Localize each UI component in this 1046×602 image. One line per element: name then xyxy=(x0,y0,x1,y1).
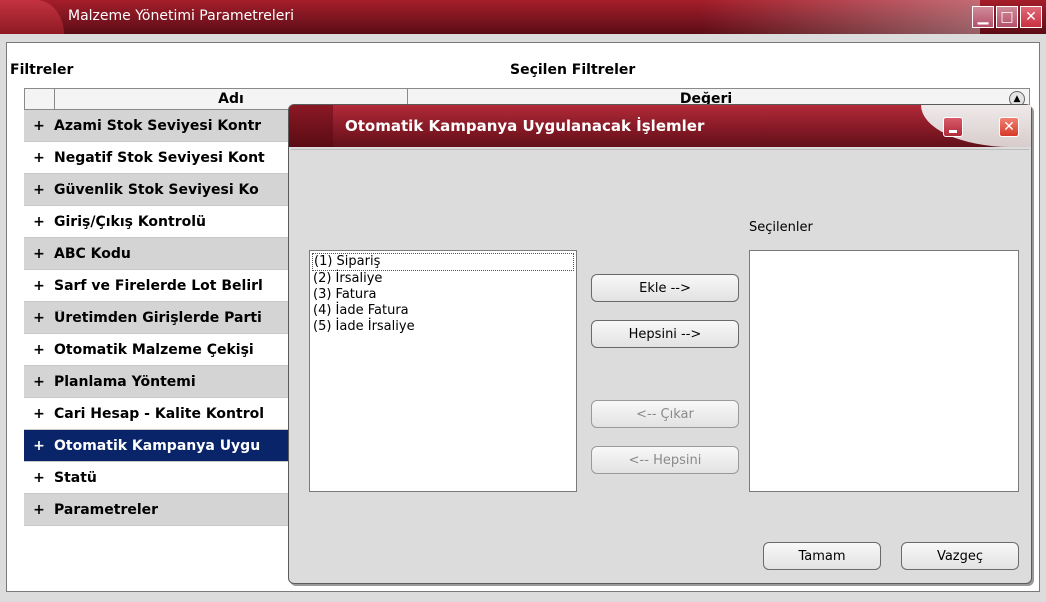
filters-heading: Filtreler xyxy=(10,62,74,78)
expand-icon[interactable]: + xyxy=(24,278,54,294)
minimize-button[interactable]: ▁ xyxy=(972,6,994,28)
row-label: Otomatik Malzeme Çekişi xyxy=(54,341,254,358)
window-titlebar[interactable]: Malzeme Yönetimi Parametreleri ▁ □ ✕ xyxy=(0,0,1046,34)
close-button[interactable]: ✕ xyxy=(1020,6,1042,28)
cancel-button[interactable]: Vazgeç xyxy=(901,542,1019,570)
expand-icon[interactable]: + xyxy=(24,118,54,134)
dialog-close-button[interactable]: ✕ xyxy=(999,117,1019,137)
dialog-title: Otomatik Kampanya Uygulanacak İşlemler xyxy=(345,117,705,135)
row-label: Otomatik Kampanya Uygu xyxy=(54,437,261,454)
expand-icon[interactable]: + xyxy=(24,438,54,454)
expand-icon[interactable]: + xyxy=(24,150,54,166)
dialog-body: (1) Sipariş (2) İrsaliye (3) Fatura (4) İad… xyxy=(291,149,1029,581)
list-item[interactable]: (5) İade İrsaliye xyxy=(310,319,576,335)
expand-icon[interactable]: + xyxy=(24,406,54,422)
row-label: Sarf ve Firelerde Lot Belirl xyxy=(54,277,263,294)
row-label: Üretimden Girişlerde Parti xyxy=(54,309,262,326)
expand-icon[interactable]: + xyxy=(24,470,54,486)
dialog-titlebar[interactable]: Otomatik Kampanya Uygulanacak İşlemler ✕ xyxy=(289,105,1031,147)
selected-items-label: Seçilenler xyxy=(749,220,813,235)
row-label: Azami Stok Seviyesi Kontr xyxy=(54,117,262,134)
row-label: Giriş/Çıkış Kontrolü xyxy=(54,213,206,230)
list-item[interactable]: (3) Fatura xyxy=(310,287,576,303)
maximize-button[interactable]: □ xyxy=(996,6,1018,28)
expand-icon[interactable]: + xyxy=(24,246,54,262)
row-label: Planlama Yöntemi xyxy=(54,373,196,390)
expand-icon[interactable]: + xyxy=(24,182,54,198)
row-label: Statü xyxy=(54,469,97,486)
row-label: Cari Hesap - Kalite Kontrol xyxy=(54,405,265,422)
add-all-button[interactable]: Hepsini --> xyxy=(591,320,739,348)
row-label: Negatif Stok Seviyesi Kont xyxy=(54,149,265,166)
row-label: ABC Kodu xyxy=(54,245,131,262)
maximize-icon: □ xyxy=(1000,9,1014,25)
list-item[interactable]: (2) İrsaliye xyxy=(310,271,576,287)
expand-icon[interactable]: + xyxy=(24,502,54,518)
expand-icon[interactable]: + xyxy=(24,310,54,326)
minimize-icon: ▁ xyxy=(977,9,989,25)
close-icon: ✕ xyxy=(1025,9,1037,25)
expand-icon[interactable]: + xyxy=(24,342,54,358)
expand-icon[interactable]: + xyxy=(24,214,54,230)
list-item[interactable]: (1) Sipariş xyxy=(312,253,574,271)
add-button[interactable]: Ekle --> xyxy=(591,274,739,302)
expand-icon[interactable]: + xyxy=(24,374,54,390)
window-controls: ▁ □ ✕ xyxy=(972,6,1042,28)
ok-button[interactable]: Tamam xyxy=(763,542,881,570)
selected-items-list[interactable] xyxy=(749,250,1019,492)
selected-filters-heading: Seçilen Filtreler xyxy=(510,62,636,78)
remove-button[interactable]: <-- Çıkar xyxy=(591,400,739,428)
row-label: Güvenlik Stok Seviyesi Ko xyxy=(54,181,259,198)
list-item[interactable]: (4) İade Fatura xyxy=(310,303,576,319)
row-label: Parametreler xyxy=(54,501,159,518)
campaign-dialog: Otomatik Kampanya Uygulanacak İşlemler ✕… xyxy=(288,104,1032,584)
grid-indicator-header xyxy=(25,89,55,109)
remove-all-button[interactable]: <-- Hepsini xyxy=(591,446,739,474)
dialog-minimize-button[interactable] xyxy=(943,117,963,137)
titlebar-tab xyxy=(0,0,64,34)
available-items-list[interactable]: (1) Sipariş (2) İrsaliye (3) Fatura (4) İad… xyxy=(309,250,577,492)
close-icon: ✕ xyxy=(1003,119,1015,135)
window-title: Malzeme Yönetimi Parametreleri xyxy=(68,8,294,24)
